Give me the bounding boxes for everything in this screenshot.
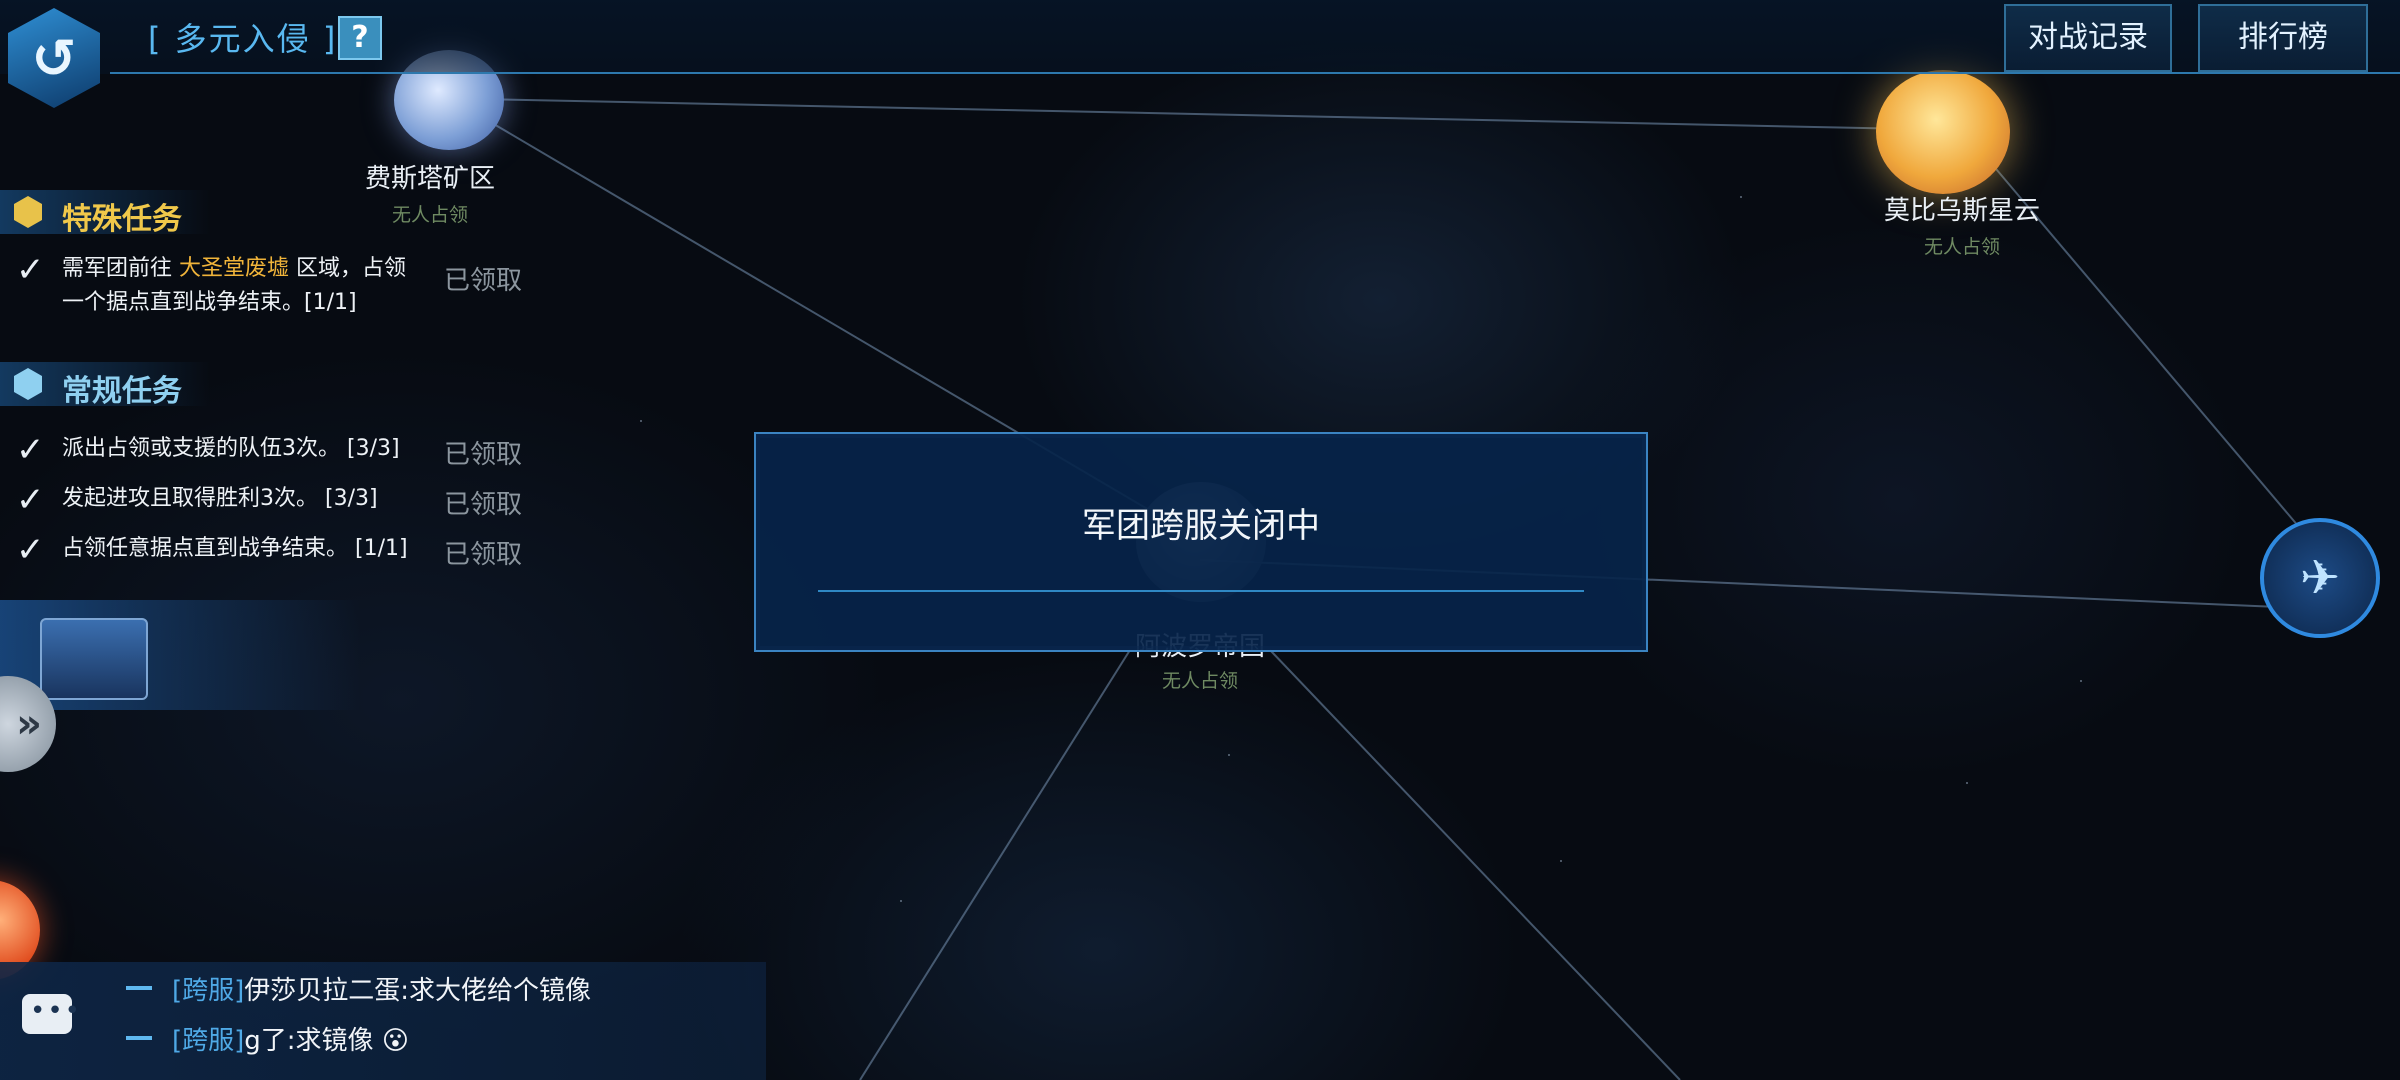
regular-task-item: ✓ 发起进攻且取得胜利3次。 [3/3] 已领取 [0, 480, 540, 520]
task-text-part: 需军团前往 [62, 256, 173, 281]
notice-modal[interactable]: 军团跨服关闭中 [754, 432, 1648, 652]
chat-message: [跨服]g了:求镜像 😮 [172, 1020, 409, 1057]
special-tasks-header: 特殊任务 [0, 190, 210, 237]
check-icon: ✓ [16, 430, 45, 470]
task-text: 占领任意据点直到战争结束。 [1/1] [62, 536, 408, 561]
modal-message: 军团跨服关闭中 [1082, 506, 1320, 546]
mode-title: [ 多元入侵 ] [148, 20, 338, 58]
special-tasks-title: 特殊任务 [62, 202, 182, 237]
chat-text: g了:求镜像 😮 [244, 1026, 409, 1056]
chat-channel-tag: [跨服] [172, 976, 245, 1006]
task-text: 派出占领或支援的队伍3次。 [3/3] [62, 436, 400, 461]
task-location-highlight[interactable]: 大圣堂废墟 [179, 256, 289, 281]
planet-status: 无人占领 [391, 204, 468, 226]
regular-task-item: ✓ 派出占领或支援的队伍3次。 [3/3] 已领取 [0, 430, 540, 470]
planet-name: 莫比乌斯星云 [1883, 196, 2040, 226]
chat-channel-tag: [跨服] [172, 1026, 245, 1056]
task-status: 已领取 [444, 490, 523, 520]
fleet-button[interactable]: ✈ [2260, 518, 2380, 638]
regular-task-icon [14, 368, 42, 400]
special-task-icon [14, 196, 42, 228]
double-chevron-right-icon: » [16, 701, 42, 747]
check-icon: ✓ [16, 480, 45, 520]
regular-task-item: ✓ 占领任意据点直到战争结束。 [1/1] 已领取 [0, 530, 540, 570]
ranking-button[interactable]: 排行榜 [2198, 4, 2368, 72]
task-text: 发起进攻且取得胜利3次。 [3/3] [62, 486, 378, 511]
task-status: 已领取 [444, 440, 523, 470]
task-text: 需军团前往 大圣堂废墟 区域，占领 一个据点直到战争结束。[1/1] [62, 252, 442, 320]
planet-status: 无人占领 [1161, 670, 1238, 692]
task-status: 已领取 [444, 266, 523, 296]
chat-channel-marker [126, 986, 152, 990]
task-text-part: 区域，占领 [296, 256, 407, 281]
regular-tasks-header: 常规任务 [0, 362, 210, 409]
chat-message: [跨服]伊莎贝拉二蛋:求大佬给个镜像 [172, 970, 591, 1007]
regular-tasks-title: 常规任务 [62, 374, 182, 409]
spaceship-icon: ✈ [2299, 550, 2341, 606]
special-task-item: ✓ 需军团前往 大圣堂废墟 区域，占领 一个据点直到战争结束。[1/1] 已领取 [0, 250, 540, 320]
check-icon: ✓ [16, 530, 45, 570]
chat-text: 伊莎贝拉二蛋:求大佬给个镜像 [244, 976, 592, 1006]
modal-divider [818, 590, 1584, 592]
supply-crate-icon[interactable] [40, 618, 148, 700]
planet-mobius-nebula[interactable] [1876, 70, 2010, 194]
planet-name: 费斯塔矿区 [364, 164, 495, 194]
chat-bubble-icon[interactable]: ••• [22, 994, 80, 1034]
check-icon: ✓ [16, 250, 45, 290]
task-status: 已领取 [444, 540, 523, 570]
top-bar-divider [110, 72, 2400, 74]
back-arrow-icon: ↺ [31, 26, 77, 90]
help-button[interactable]: ? [338, 16, 382, 60]
task-text-part: 一个据点直到战争结束。[1/1] [62, 290, 357, 315]
planet-status: 无人占领 [1923, 236, 2000, 258]
chat-channel-marker [126, 1036, 152, 1040]
battle-log-button[interactable]: 对战记录 [2004, 4, 2172, 72]
